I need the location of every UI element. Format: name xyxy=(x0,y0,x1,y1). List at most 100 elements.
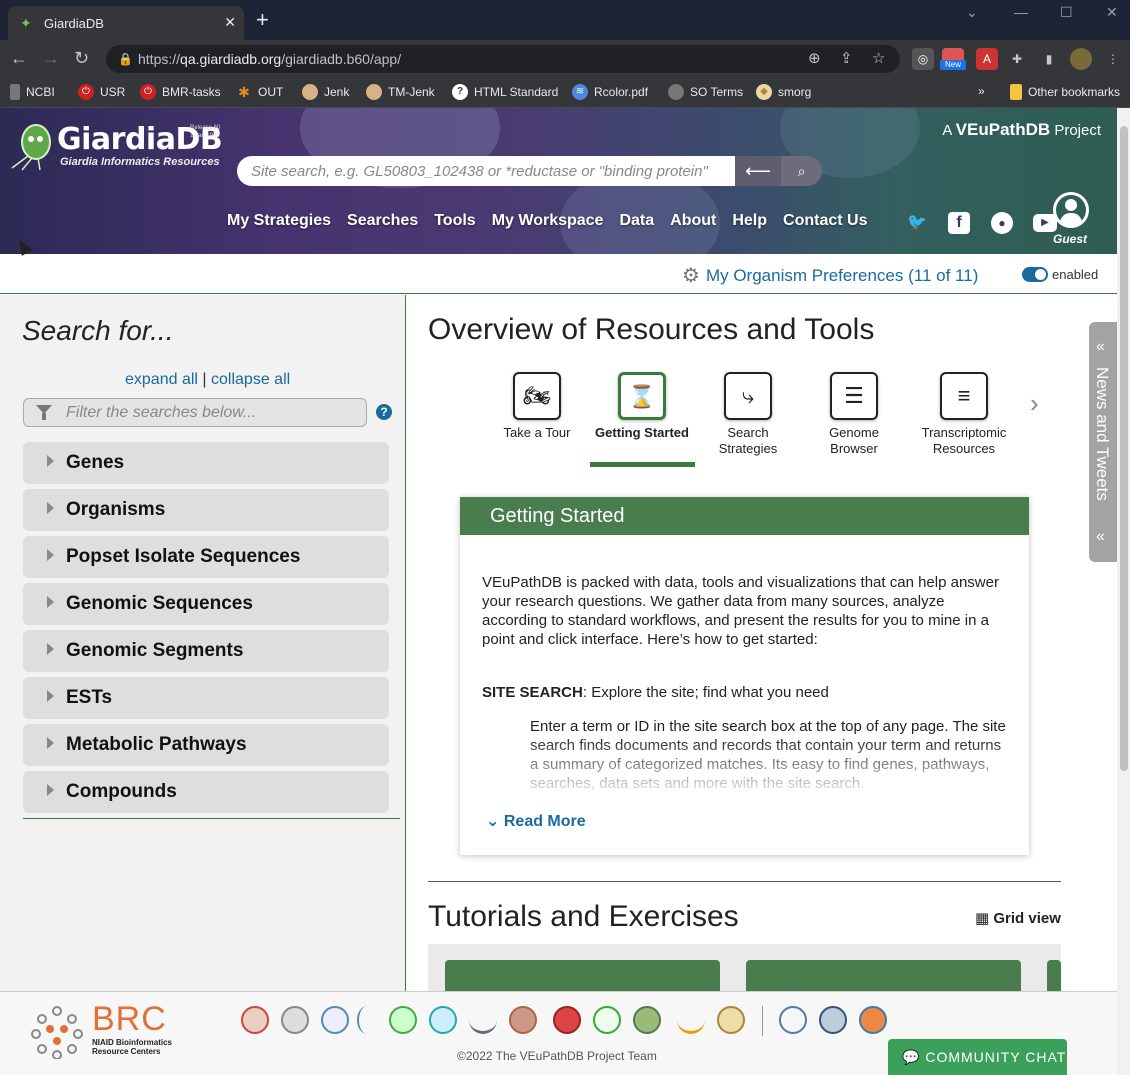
trichdb-icon[interactable] xyxy=(593,1006,621,1034)
bookmark-smorg[interactable]: ◆ smorg xyxy=(756,84,811,100)
nav-my-workspace[interactable]: My Workspace xyxy=(492,212,604,230)
share-icon[interactable]: ⇪ xyxy=(840,45,853,73)
guest-avatar-icon[interactable] xyxy=(1053,192,1089,228)
nav-contact-us[interactable]: Contact Us xyxy=(783,212,867,230)
amoebadb-icon[interactable] xyxy=(241,1006,269,1034)
browser-tab[interactable]: ✦ GiardiaDB ✕ xyxy=(8,6,244,40)
extension-icon[interactable]: ◎ xyxy=(912,48,934,70)
vectorbase-icon[interactable] xyxy=(677,1006,705,1034)
vpdb-project-label[interactable]: A VEuPathDB Project xyxy=(942,120,1101,140)
site-search-input[interactable] xyxy=(237,156,735,186)
twitter-icon[interactable]: 🐦 xyxy=(906,212,928,234)
caret-right-icon xyxy=(47,643,54,655)
maximize-icon[interactable]: ☐ xyxy=(1060,4,1073,21)
caret-right-icon xyxy=(47,502,54,514)
chevron-right-icon[interactable]: › xyxy=(1030,388,1039,419)
bookmark-so-terms[interactable]: SO Terms xyxy=(668,84,743,100)
tutorial-card[interactable] xyxy=(1047,960,1061,991)
bookmark-jenk[interactable]: Jenk xyxy=(302,84,349,100)
expand-all-link[interactable]: expand all xyxy=(125,371,198,388)
microsporidiadb-icon[interactable] xyxy=(429,1006,457,1034)
tool-genome-browser[interactable]: ☰ Genome Browser xyxy=(804,372,904,457)
section-divider xyxy=(428,881,1061,882)
orthomcl-icon[interactable] xyxy=(779,1006,807,1034)
category-genomic-sequences[interactable]: Genomic Sequences xyxy=(23,583,389,625)
new-extension-icon[interactable]: New xyxy=(940,48,966,70)
category-genes[interactable]: Genes xyxy=(23,442,389,484)
zoom-icon[interactable]: ⊕ xyxy=(808,45,821,73)
menu-kebab-icon[interactable]: ⋮ xyxy=(1102,48,1124,70)
facebook-icon[interactable]: f xyxy=(948,212,970,234)
bookmark-out[interactable]: ✱ OUT xyxy=(236,84,283,100)
tool-take-a-tour[interactable]: 🏍 Take a Tour xyxy=(487,372,587,441)
tritrypdb-icon[interactable] xyxy=(633,1006,661,1034)
search-history-button[interactable]: ⟵ xyxy=(735,156,781,186)
search-submit-button[interactable]: ⌕ xyxy=(781,156,822,186)
new-tab-button[interactable]: + xyxy=(256,8,269,32)
piroplasmadb-icon[interactable] xyxy=(469,1006,497,1034)
bookmark-usr[interactable]: ⏻ USR xyxy=(78,84,125,100)
bookmark-star-icon[interactable]: ☆ xyxy=(872,45,885,73)
tool-transcriptomic-resources[interactable]: ≡ Transcriptomic Resources xyxy=(914,372,1014,457)
bookmark-tm-jenk[interactable]: TM-Jenk xyxy=(366,84,435,100)
vector-mosquito-icon[interactable] xyxy=(717,1006,745,1034)
site-search: ⟵ ⌕ xyxy=(237,156,822,186)
giardiadb-icon[interactable] xyxy=(357,1006,377,1034)
grid-view-toggle[interactable]: ▦ Grid view xyxy=(975,909,1061,927)
nav-help[interactable]: Help xyxy=(732,212,767,230)
reload-icon[interactable]: ↻ xyxy=(74,48,89,68)
minimize-icon[interactable]: — xyxy=(1014,4,1028,20)
bookmark-ncbi[interactable]: NCBI xyxy=(10,84,55,100)
plasmodb-icon[interactable] xyxy=(509,1006,537,1034)
organism-preferences-link[interactable]: ⚙ My Organism Preferences (11 of 11) xyxy=(682,263,978,288)
collapse-all-link[interactable]: collapse all xyxy=(211,371,290,388)
category-ests[interactable]: ESTs xyxy=(23,677,389,719)
fungidb-icon[interactable] xyxy=(321,1006,349,1034)
sidepanel-icon[interactable]: ▮ xyxy=(1038,48,1060,70)
address-bar[interactable]: 🔒 https://qa.giardiadb.org/giardiadb.b60… xyxy=(106,45,900,73)
community-chat-button[interactable]: 💬 COMMUNITY CHAT xyxy=(888,1039,1067,1075)
nav-about[interactable]: About xyxy=(670,212,716,230)
forward-icon[interactable]: → xyxy=(42,48,60,68)
organism-filter-toggle[interactable] xyxy=(1022,267,1048,282)
reddit-icon[interactable]: ● xyxy=(991,212,1013,234)
clinepidb-icon[interactable] xyxy=(819,1006,847,1034)
brc-logo-text[interactable]: BRC xyxy=(92,1000,167,1039)
guest-label[interactable]: Guest xyxy=(1053,232,1087,246)
hostdb-icon[interactable] xyxy=(389,1006,417,1034)
nav-data[interactable]: Data xyxy=(619,212,654,230)
giardia-logo-icon[interactable] xyxy=(8,122,54,172)
toxodb-icon[interactable] xyxy=(553,1006,581,1034)
pdf-extension-icon[interactable]: A xyxy=(976,48,998,70)
category-organisms[interactable]: Organisms xyxy=(23,489,389,531)
mbio-icon[interactable] xyxy=(859,1006,887,1034)
nav-searches[interactable]: Searches xyxy=(347,212,418,230)
cryptodb-icon[interactable] xyxy=(281,1006,309,1034)
bookmark-html-standard[interactable]: ? HTML Standard xyxy=(452,84,558,100)
back-icon[interactable]: ← xyxy=(10,48,28,68)
category-genomic-segments[interactable]: Genomic Segments xyxy=(23,630,389,672)
tool-getting-started[interactable]: ⌛ Getting Started xyxy=(592,372,692,441)
read-more-link[interactable]: ⌄ Read More xyxy=(486,811,586,831)
brc-logo-icon[interactable] xyxy=(30,1005,84,1059)
nav-my-strategies[interactable]: My Strategies xyxy=(227,212,331,230)
scrollbar-thumb[interactable] xyxy=(1120,126,1128,771)
tab-search-icon[interactable]: ⌄ xyxy=(966,4,978,21)
profile-avatar[interactable] xyxy=(1070,48,1092,70)
puzzle-icon[interactable]: ✚ xyxy=(1006,48,1028,70)
category-popset[interactable]: Popset Isolate Sequences xyxy=(23,536,389,578)
tab-close-icon[interactable]: ✕ xyxy=(224,14,236,31)
category-compounds[interactable]: Compounds xyxy=(23,771,389,813)
bookmarks-overflow-icon[interactable]: » xyxy=(978,84,985,98)
search-filter-input[interactable] xyxy=(66,402,356,424)
bookmark-rcolor[interactable]: ≋ Rcolor.pdf xyxy=(572,84,648,100)
nav-tools[interactable]: Tools xyxy=(434,212,475,230)
tutorial-card[interactable] xyxy=(746,960,1021,991)
category-metabolic-pathways[interactable]: Metabolic Pathways xyxy=(23,724,389,766)
other-bookmarks[interactable]: Other bookmarks xyxy=(1010,84,1120,100)
window-close-icon[interactable]: ✕ xyxy=(1106,4,1118,21)
help-icon[interactable]: ? xyxy=(376,404,392,420)
tool-search-strategies[interactable]: ⤷ Search Strategies xyxy=(698,372,798,457)
bookmark-bmr-tasks[interactable]: ⏻ BMR-tasks xyxy=(140,84,221,100)
tutorial-card[interactable] xyxy=(445,960,720,991)
